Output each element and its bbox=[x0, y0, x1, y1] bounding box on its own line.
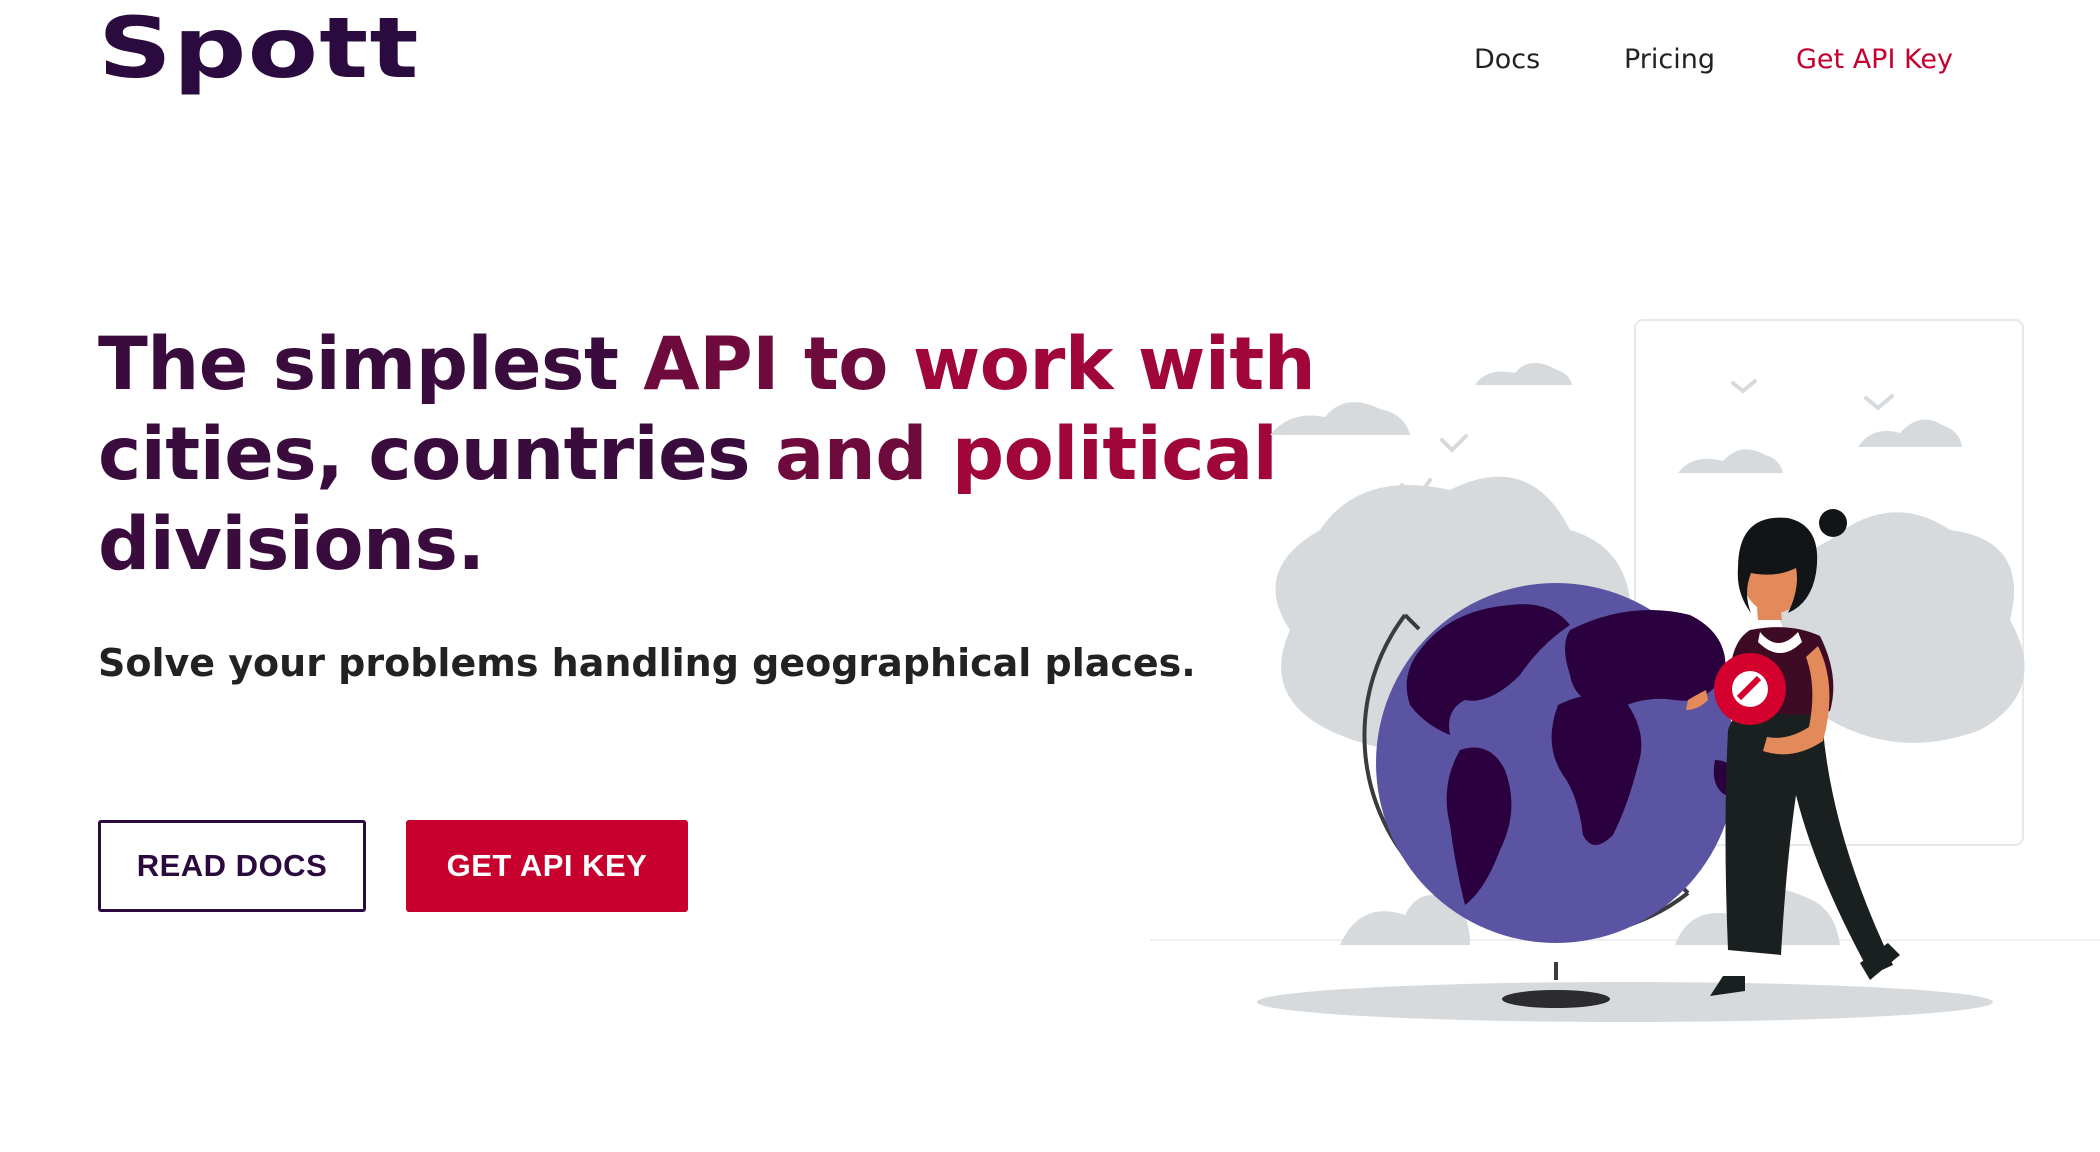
main-nav: Docs Pricing Get API Key bbox=[0, 40, 2100, 80]
read-docs-button[interactable]: READ DOCS bbox=[98, 820, 366, 912]
headline-segment: API to bbox=[643, 322, 913, 407]
globe-woman-map-pin-illustration bbox=[1150, 319, 2100, 1022]
hero-subheadline: Solve your problems handling geographica… bbox=[98, 641, 1196, 685]
get-api-key-button[interactable]: GET API KEY bbox=[406, 820, 688, 912]
nav-link-get-api-key[interactable]: Get API Key bbox=[1796, 40, 1953, 80]
headline-segment: divisions. bbox=[98, 502, 485, 587]
woman-hair-bun bbox=[1819, 509, 1847, 537]
headline-segment: and bbox=[774, 412, 952, 497]
globe-stand-base bbox=[1502, 990, 1610, 1008]
headline-segment: The simplest bbox=[98, 322, 644, 407]
nav-link-docs[interactable]: Docs bbox=[1474, 40, 1540, 80]
headline-segment: cities, countries bbox=[98, 412, 775, 497]
nav-link-pricing[interactable]: Pricing bbox=[1624, 40, 1715, 80]
ground-shadow bbox=[1257, 982, 1993, 1022]
